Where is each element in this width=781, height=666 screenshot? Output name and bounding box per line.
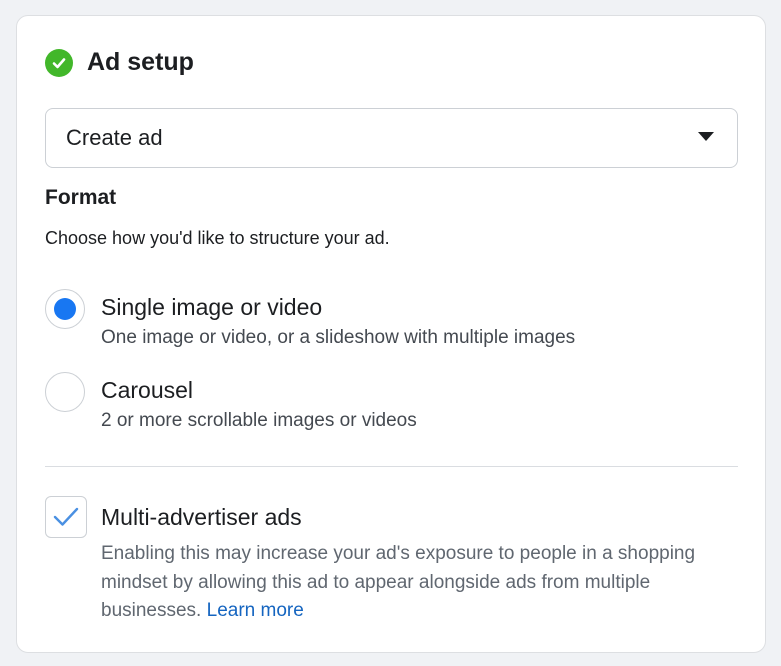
format-description: Choose how you'd like to structure your … [45,228,390,248]
option-text: Carousel 2 or more scrollable images or … [101,372,417,432]
radio-single-image[interactable] [45,289,85,329]
learn-more-link[interactable]: Learn more [207,600,304,621]
caret-down-icon [697,129,715,147]
option-sublabel: 2 or more scrollable images or videos [101,410,417,431]
multi-advertiser-row: Multi-advertiser ads [45,496,302,538]
checkmark-icon [53,507,79,526]
description-text: Enabling this may increase your ad's exp… [101,543,696,621]
option-label: Carousel [101,377,194,403]
multi-advertiser-description: Enabling this may increase your ad's exp… [101,540,741,626]
format-option-single-image[interactable]: Single image or video One image or video… [45,289,575,349]
ad-setup-card: Ad setup Create ad Format Choose how you… [16,15,766,653]
section-header: Ad setup [45,48,194,77]
option-label: Single image or video [101,294,323,320]
option-sublabel: One image or video, or a slideshow with … [101,327,576,348]
check-circle-icon [45,48,73,77]
option-text: Single image or video One image or video… [101,289,575,349]
radio-carousel[interactable] [45,372,85,412]
multi-advertiser-label[interactable]: Multi-advertiser ads [101,504,302,531]
format-heading: Format [45,186,117,209]
multi-advertiser-checkbox[interactable] [45,496,87,538]
section-title: Ad setup [87,48,194,76]
divider [45,466,738,467]
format-option-carousel[interactable]: Carousel 2 or more scrollable images or … [45,372,417,432]
ad-select-dropdown[interactable]: Create ad [45,108,738,168]
radio-selected-dot [54,298,76,320]
ad-select-value: Create ad [66,125,163,150]
